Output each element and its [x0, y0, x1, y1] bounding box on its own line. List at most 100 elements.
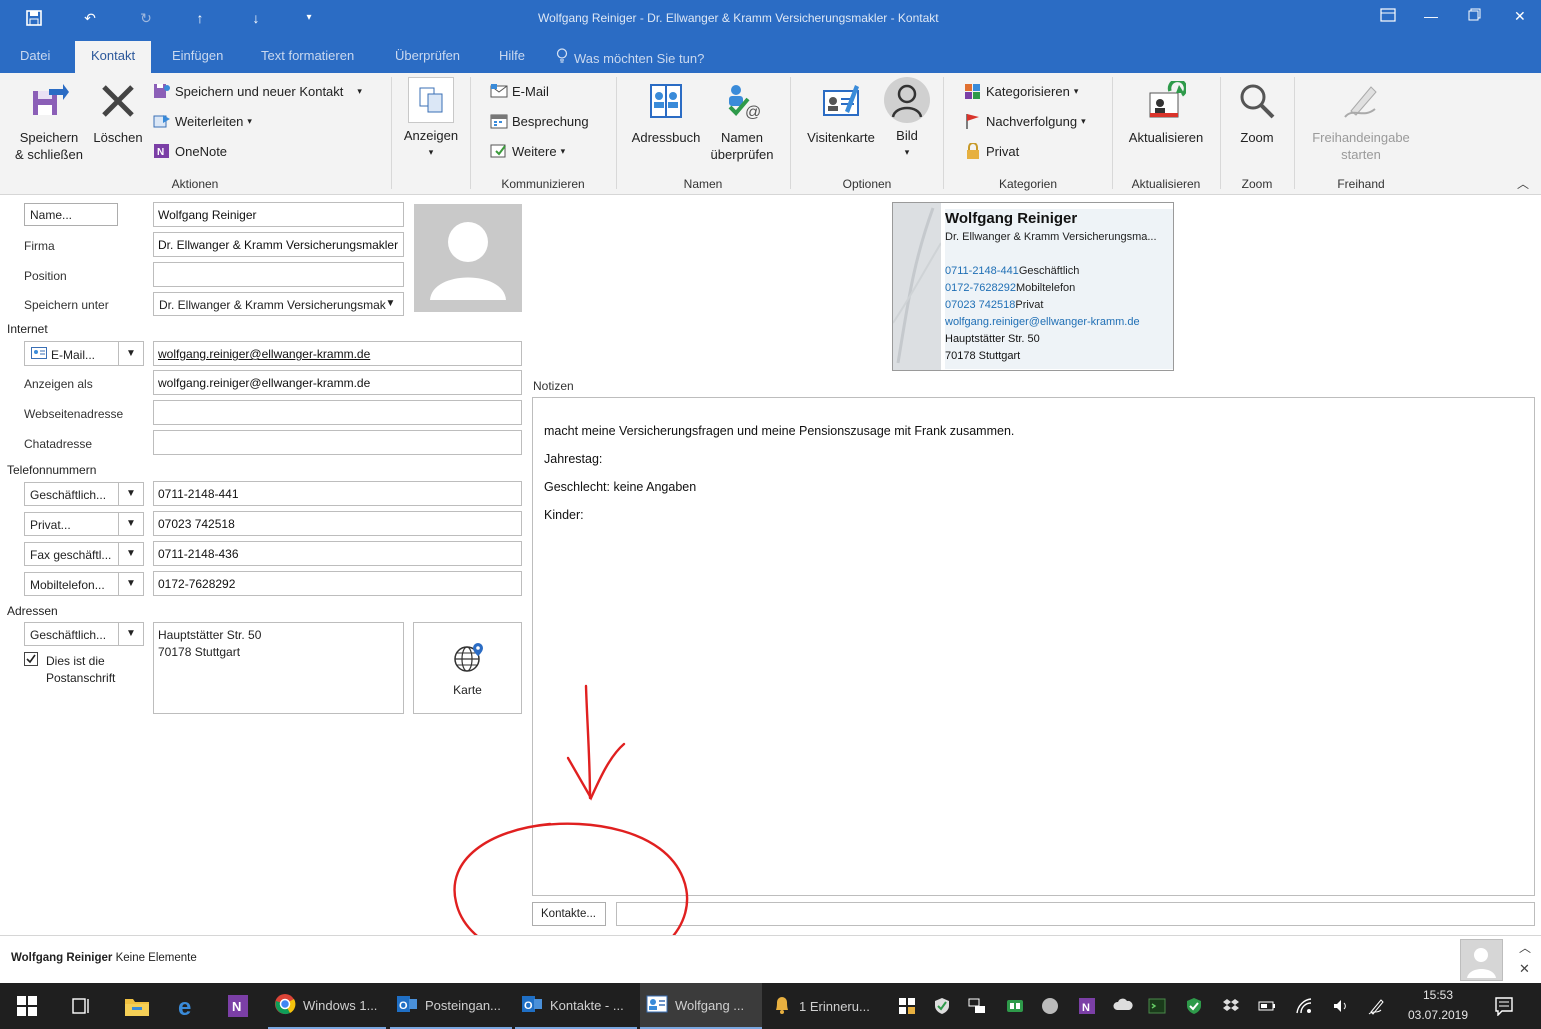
battery-icon[interactable] — [1258, 997, 1276, 1015]
taskbar-item-label: Kontakte - ... — [550, 997, 624, 1013]
address-book-button[interactable]: Adressbuch — [628, 81, 704, 146]
taskbar-item[interactable]: Windows 1... — [268, 983, 386, 1029]
update-button[interactable]: Aktualisieren — [1122, 78, 1210, 146]
restore-ribbon-icon[interactable] — [1380, 8, 1396, 25]
contact-photo[interactable] — [414, 204, 522, 312]
taskbar-item-active[interactable]: Wolfgang ... — [640, 983, 762, 1029]
business-card-button[interactable]: Visitenkarte — [800, 81, 882, 146]
taskbar-item[interactable]: 1 Erinneru... — [766, 983, 884, 1029]
onenote-button[interactable]: N OneNote — [153, 143, 227, 159]
tab-format-text[interactable]: Text formatieren — [261, 48, 354, 63]
windows-start-icon[interactable] — [17, 996, 37, 1019]
email-field[interactable]: wolfgang.reiniger@ellwanger-kramm.de — [153, 341, 522, 366]
clock-date[interactable]: 03.07.2019 — [1404, 1008, 1472, 1022]
more-button[interactable]: Weitere ▾ — [490, 143, 565, 159]
show-label: Anzeigen — [403, 128, 459, 143]
taskbar-item-label: Wolfgang ... — [675, 997, 745, 1013]
wifi-icon[interactable] — [1295, 997, 1313, 1015]
tab-insert[interactable]: Einfügen — [172, 48, 223, 63]
picture-button[interactable]: Bild ▾ — [882, 77, 932, 161]
picture-label: Bild — [896, 128, 918, 143]
mailing-address-checkbox[interactable] — [24, 652, 38, 666]
taskbar-item[interactable]: O Kontakte - ... — [515, 983, 637, 1029]
address-type-select[interactable]: Geschäftlich... ▼ — [24, 622, 144, 646]
down-arrow-icon[interactable]: ↓ — [246, 10, 266, 26]
defender-shield-icon[interactable] — [1185, 997, 1203, 1015]
tray-app-icon[interactable] — [898, 997, 916, 1015]
dropdown-arrow-icon: ▼ — [118, 483, 143, 505]
position-field[interactable] — [153, 262, 404, 287]
up-arrow-icon[interactable]: ↑ — [190, 10, 210, 26]
record-circle-icon[interactable] — [1041, 997, 1059, 1015]
forward-button[interactable]: Weiterleiten ▾ — [153, 113, 252, 129]
action-center-icon[interactable] — [1494, 996, 1514, 1019]
terminal-icon[interactable] — [1148, 997, 1166, 1015]
maximize-icon[interactable] — [1468, 8, 1481, 24]
meeting-button[interactable]: Besprechung — [490, 113, 589, 129]
onedrive-cloud-icon[interactable] — [1113, 997, 1133, 1015]
contacts-link-field[interactable] — [616, 902, 1535, 926]
volume-icon[interactable] — [1332, 997, 1350, 1015]
start-inking-button[interactable]: Freihandeingabe starten — [1304, 81, 1418, 163]
phone-type-select[interactable]: Privat... ▼ — [24, 512, 144, 536]
full-name-field[interactable]: Wolfgang Reiniger — [153, 202, 404, 227]
delete-button[interactable]: Löschen — [90, 81, 146, 146]
network-devices-icon[interactable] — [968, 997, 986, 1015]
tell-me-search[interactable]: Was möchten Sie tun? — [556, 48, 704, 66]
show-button[interactable]: Anzeigen ▾ — [398, 77, 464, 161]
name-button[interactable]: Name... — [24, 203, 118, 226]
close-pane-icon[interactable]: ✕ — [1519, 961, 1530, 977]
email-button[interactable]: E-Mail — [490, 83, 549, 99]
display-as-field[interactable]: wolfgang.reiniger@ellwanger-kramm.de — [153, 370, 522, 395]
minimize-icon[interactable]: — — [1424, 8, 1438, 24]
save-close-button[interactable]: Speichern & schließen — [12, 81, 86, 163]
tab-review[interactable]: Überprüfen — [395, 48, 460, 63]
pen-workspace-icon[interactable] — [1368, 997, 1386, 1015]
people-pane-photo[interactable] — [1460, 939, 1503, 981]
save-new-contact-button[interactable]: Speichern und neuer Kontakt ▾ — [153, 83, 362, 99]
phone-number-field[interactable]: 0711-2148-441 — [153, 481, 522, 506]
phone-number-field[interactable]: 07023 742518 — [153, 511, 522, 536]
company-field[interactable]: Dr. Ellwanger & Kramm Versicherungsmakle… — [153, 232, 404, 257]
phone-number-field[interactable]: 0711-2148-436 — [153, 541, 522, 566]
private-button[interactable]: Privat — [964, 142, 1019, 159]
onenote-tray-icon[interactable]: N — [1078, 997, 1096, 1015]
tab-help[interactable]: Hilfe — [499, 48, 525, 63]
check-names-button[interactable]: @ Namen überprüfen — [704, 81, 780, 163]
red-arrow-shaft — [584, 684, 592, 800]
im-address-field[interactable] — [153, 430, 522, 455]
zoom-button[interactable]: Zoom — [1228, 81, 1286, 146]
phone-type-select[interactable]: Mobiltelefon... ▼ — [24, 572, 144, 596]
clock-time[interactable]: 15:53 — [1408, 988, 1468, 1002]
phone-type-select[interactable]: Fax geschäftl... ▼ — [24, 542, 144, 566]
taskbar-item[interactable]: O Posteingan... — [390, 983, 512, 1029]
customize-icon[interactable]: ▾ — [299, 12, 319, 23]
save-icon[interactable] — [24, 10, 44, 29]
close-icon[interactable]: ✕ — [1514, 8, 1526, 25]
green-app-icon[interactable] — [1006, 997, 1024, 1015]
svg-text:N: N — [1082, 1002, 1090, 1014]
expand-up-icon[interactable]: ︿ — [1519, 939, 1531, 956]
phone-type-select[interactable]: Geschäftlich... ▼ — [24, 482, 144, 506]
webpage-field[interactable] — [153, 400, 522, 425]
edge-icon[interactable]: e — [175, 993, 201, 1022]
tab-contact[interactable]: Kontakt — [75, 41, 152, 74]
collapse-ribbon-icon[interactable]: ︿ — [1517, 175, 1529, 192]
calendar-icon — [490, 113, 508, 129]
categorize-button[interactable]: Kategorisieren ▾ — [964, 83, 1078, 99]
email-type-select[interactable]: E-Mail... ▼ — [24, 341, 144, 366]
tab-file[interactable]: Datei — [20, 48, 50, 63]
onenote-label: OneNote — [175, 143, 228, 159]
phone-number-field[interactable]: 0172-7628292 — [153, 571, 522, 596]
security-shield-icon[interactable] — [933, 997, 951, 1015]
address-field[interactable]: Hauptstätter Str. 50 70178 Stuttgart — [153, 622, 404, 714]
file-as-select[interactable]: Dr. Ellwanger & Kramm Versicherungsmak ▼ — [153, 292, 404, 316]
file-explorer-icon[interactable] — [124, 994, 150, 1021]
undo-icon[interactable]: ↶ — [80, 10, 100, 27]
follow-up-button[interactable]: Nachverfolgung ▾ — [964, 113, 1086, 129]
redo-icon[interactable]: ↻ — [136, 10, 156, 27]
business-card-preview[interactable]: Wolfgang Reiniger Dr. Ellwanger & Kramm … — [892, 202, 1174, 371]
onenote-icon[interactable]: N — [226, 994, 250, 1021]
task-view-icon[interactable] — [72, 996, 92, 1019]
dropbox-icon[interactable] — [1222, 997, 1240, 1015]
